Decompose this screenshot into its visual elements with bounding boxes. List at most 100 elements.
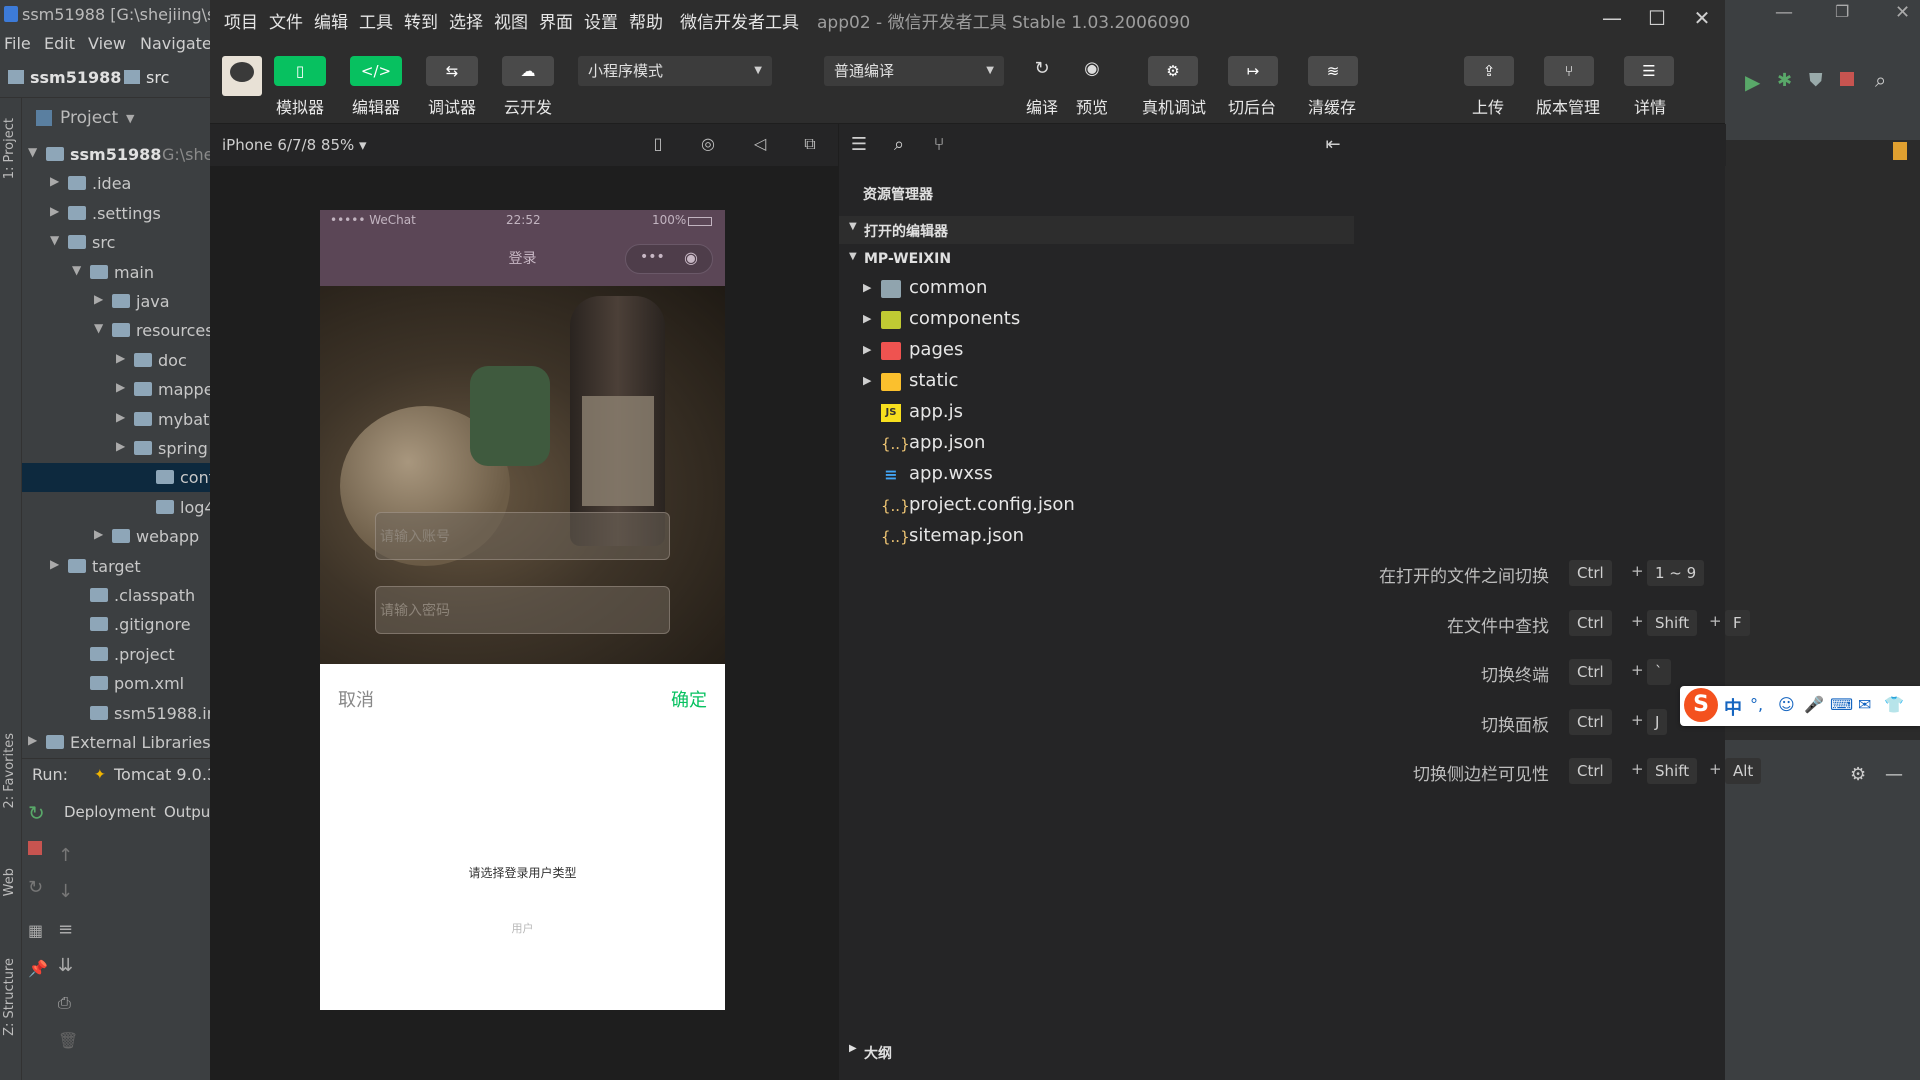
soft-wrap-icon[interactable]: ≡ bbox=[58, 919, 73, 940]
more-icon[interactable]: ••• bbox=[640, 249, 665, 265]
minimize-icon[interactable]: — bbox=[1592, 4, 1632, 32]
menu-view[interactable]: 视图 bbox=[494, 8, 528, 33]
hide-panel-icon[interactable]: — bbox=[1885, 764, 1903, 785]
compile-select[interactable]: 普通编译 ▼ bbox=[824, 56, 1004, 86]
picker-option[interactable]: 用户 bbox=[320, 920, 725, 936]
tree-item[interactable]: ▶ doc bbox=[22, 346, 210, 375]
coverage-icon[interactable]: ⛊ bbox=[1809, 70, 1823, 91]
project-header[interactable]: Project bbox=[60, 108, 118, 128]
debug-icon[interactable]: ✱ bbox=[1777, 70, 1792, 91]
maximize-icon[interactable]: ☐ bbox=[1637, 4, 1677, 32]
tool-tab-structure[interactable]: Z: Structure bbox=[2, 958, 17, 1036]
run-icon[interactable]: ▶ bbox=[1745, 70, 1760, 94]
cloud-dev-button[interactable]: ☁ bbox=[502, 56, 554, 86]
chevron-right-icon[interactable]: ▶ bbox=[863, 374, 871, 387]
file-item[interactable]: ▶ components bbox=[839, 305, 1354, 335]
account-input[interactable]: 请输入账号 bbox=[375, 512, 670, 560]
tree-item[interactable]: ▶ target bbox=[22, 552, 210, 581]
tool-tab-favorites[interactable]: 2: Favorites bbox=[2, 733, 17, 809]
menu-project[interactable]: 项目 bbox=[224, 8, 258, 33]
volume-icon[interactable]: ◁ bbox=[748, 134, 772, 156]
tree-item[interactable]: ▼ ssm51988G:\sheji bbox=[22, 140, 210, 169]
stop-icon[interactable] bbox=[28, 841, 42, 855]
tree-item[interactable]: ▶ webapp bbox=[22, 522, 210, 551]
tab-output[interactable]: Outpu bbox=[164, 803, 210, 821]
tree-item[interactable]: ▶ External Libraries bbox=[22, 728, 210, 757]
scroll-end-icon[interactable]: ⇊ bbox=[58, 955, 73, 976]
editor-button[interactable]: </> bbox=[350, 56, 402, 86]
rerun-icon[interactable]: ↻ bbox=[28, 801, 45, 825]
picker-cancel-button[interactable]: 取消 bbox=[338, 686, 374, 712]
pin-icon[interactable]: 📌 bbox=[28, 959, 48, 978]
arrow-down-icon[interactable]: ↓ bbox=[58, 881, 73, 902]
chevron-right-icon[interactable]: ▶ bbox=[116, 351, 125, 365]
skin-icon[interactable]: 👕 bbox=[1884, 695, 1904, 714]
tree-item[interactable]: .gitignore bbox=[22, 610, 210, 639]
microphone-icon[interactable]: 🎤 bbox=[1804, 695, 1824, 714]
menu-select[interactable]: 选择 bbox=[449, 8, 483, 33]
breadcrumb-project[interactable]: ssm51988 bbox=[30, 68, 121, 87]
tree-item[interactable]: log4j.p bbox=[22, 493, 210, 522]
tool-tab-project[interactable]: 1: Project bbox=[2, 118, 17, 179]
chevron-right-icon[interactable]: ▶ bbox=[50, 204, 59, 218]
chevron-right-icon[interactable]: ▶ bbox=[116, 410, 125, 424]
chevron-right-icon[interactable]: ▶ bbox=[50, 557, 59, 571]
menu-edit[interactable]: Edit bbox=[44, 34, 75, 53]
root-folder-section[interactable]: ▼ MP-WEIXIN bbox=[839, 246, 1354, 274]
simulator-button[interactable]: ▯ bbox=[274, 56, 326, 86]
chevron-down-icon[interactable]: ▼ bbox=[126, 112, 134, 125]
chevron-right-icon[interactable]: ▶ bbox=[863, 343, 871, 356]
mode-select[interactable]: 小程序模式 ▼ bbox=[578, 56, 772, 86]
gear-icon[interactable]: ⚙ bbox=[1850, 764, 1866, 785]
search-icon[interactable]: ⌕ bbox=[887, 134, 911, 155]
tree-item[interactable]: ▶ spring bbox=[22, 434, 210, 463]
close-icon[interactable]: ✕ bbox=[1895, 2, 1910, 23]
layout-icon[interactable]: ▦ bbox=[28, 921, 43, 940]
close-miniprogram-icon[interactable]: ◉ bbox=[684, 248, 698, 267]
tree-item[interactable]: ▼ main bbox=[22, 258, 210, 287]
collapse-sidebar-icon[interactable]: ⇤ bbox=[1321, 134, 1345, 155]
details-button[interactable]: ☰ bbox=[1624, 56, 1674, 86]
tree-item[interactable]: .classpath bbox=[22, 581, 210, 610]
phone-icon[interactable]: ▯ bbox=[646, 134, 670, 156]
debugger-button[interactable]: ⇆ bbox=[426, 56, 478, 86]
file-item[interactable]: {..} project.config.json bbox=[839, 491, 1354, 521]
chevron-down-icon[interactable]: ▼ bbox=[50, 233, 59, 247]
ime-mode[interactable]: 中 bbox=[1724, 694, 1742, 720]
chevron-right-icon[interactable]: ▶ bbox=[94, 527, 103, 541]
tree-item[interactable]: ▶ mybatis bbox=[22, 405, 210, 434]
tree-item[interactable]: ▶ .idea bbox=[22, 169, 210, 198]
menu-edit[interactable]: 编辑 bbox=[314, 8, 348, 33]
background-button[interactable]: ↦ bbox=[1228, 56, 1278, 86]
menu-wechat-devtools[interactable]: 微信开发者工具 bbox=[680, 8, 799, 33]
chevron-right-icon[interactable]: ▶ bbox=[116, 380, 125, 394]
arrow-up-icon[interactable]: ↑ bbox=[58, 845, 73, 866]
print-icon[interactable]: ⎙ bbox=[58, 993, 71, 1013]
toolbox-icon[interactable]: ✉ bbox=[1858, 695, 1871, 714]
menu-tools[interactable]: 工具 bbox=[359, 8, 393, 33]
chevron-right-icon[interactable]: ▶ bbox=[94, 292, 103, 306]
file-item[interactable]: JS app.js bbox=[839, 398, 1354, 428]
device-select[interactable]: iPhone 6/7/8 85% ▾ bbox=[222, 136, 367, 154]
menu-view[interactable]: View bbox=[88, 34, 126, 53]
ime-punct[interactable]: °, bbox=[1750, 695, 1763, 714]
file-item[interactable]: ≡ app.wxss bbox=[839, 460, 1354, 490]
trash-icon[interactable]: 🗑 bbox=[58, 1031, 78, 1050]
close-icon[interactable]: ✕ bbox=[1682, 4, 1722, 32]
version-button[interactable]: ⑂ bbox=[1544, 56, 1594, 86]
emoji-icon[interactable]: ☺ bbox=[1778, 695, 1795, 714]
chevron-down-icon[interactable]: ▼ bbox=[72, 263, 81, 277]
file-item[interactable]: ▶ static bbox=[839, 367, 1354, 397]
breadcrumb-src[interactable]: src bbox=[146, 68, 169, 87]
chevron-right-icon[interactable]: ▶ bbox=[50, 174, 59, 188]
minimize-icon[interactable]: — bbox=[1775, 2, 1793, 23]
upload-button[interactable]: ⇪ bbox=[1464, 56, 1514, 86]
tab-deployment[interactable]: Deployment bbox=[64, 803, 156, 821]
avatar[interactable] bbox=[222, 56, 262, 96]
capsule-menu[interactable]: ••• ◉ bbox=[625, 244, 713, 274]
file-item[interactable]: ▶ pages bbox=[839, 336, 1354, 366]
picker-confirm-button[interactable]: 确定 bbox=[671, 686, 707, 712]
menu-settings[interactable]: 设置 bbox=[584, 8, 618, 33]
chevron-down-icon[interactable]: ▼ bbox=[94, 321, 103, 335]
file-item[interactable]: ▶ common bbox=[839, 274, 1354, 304]
